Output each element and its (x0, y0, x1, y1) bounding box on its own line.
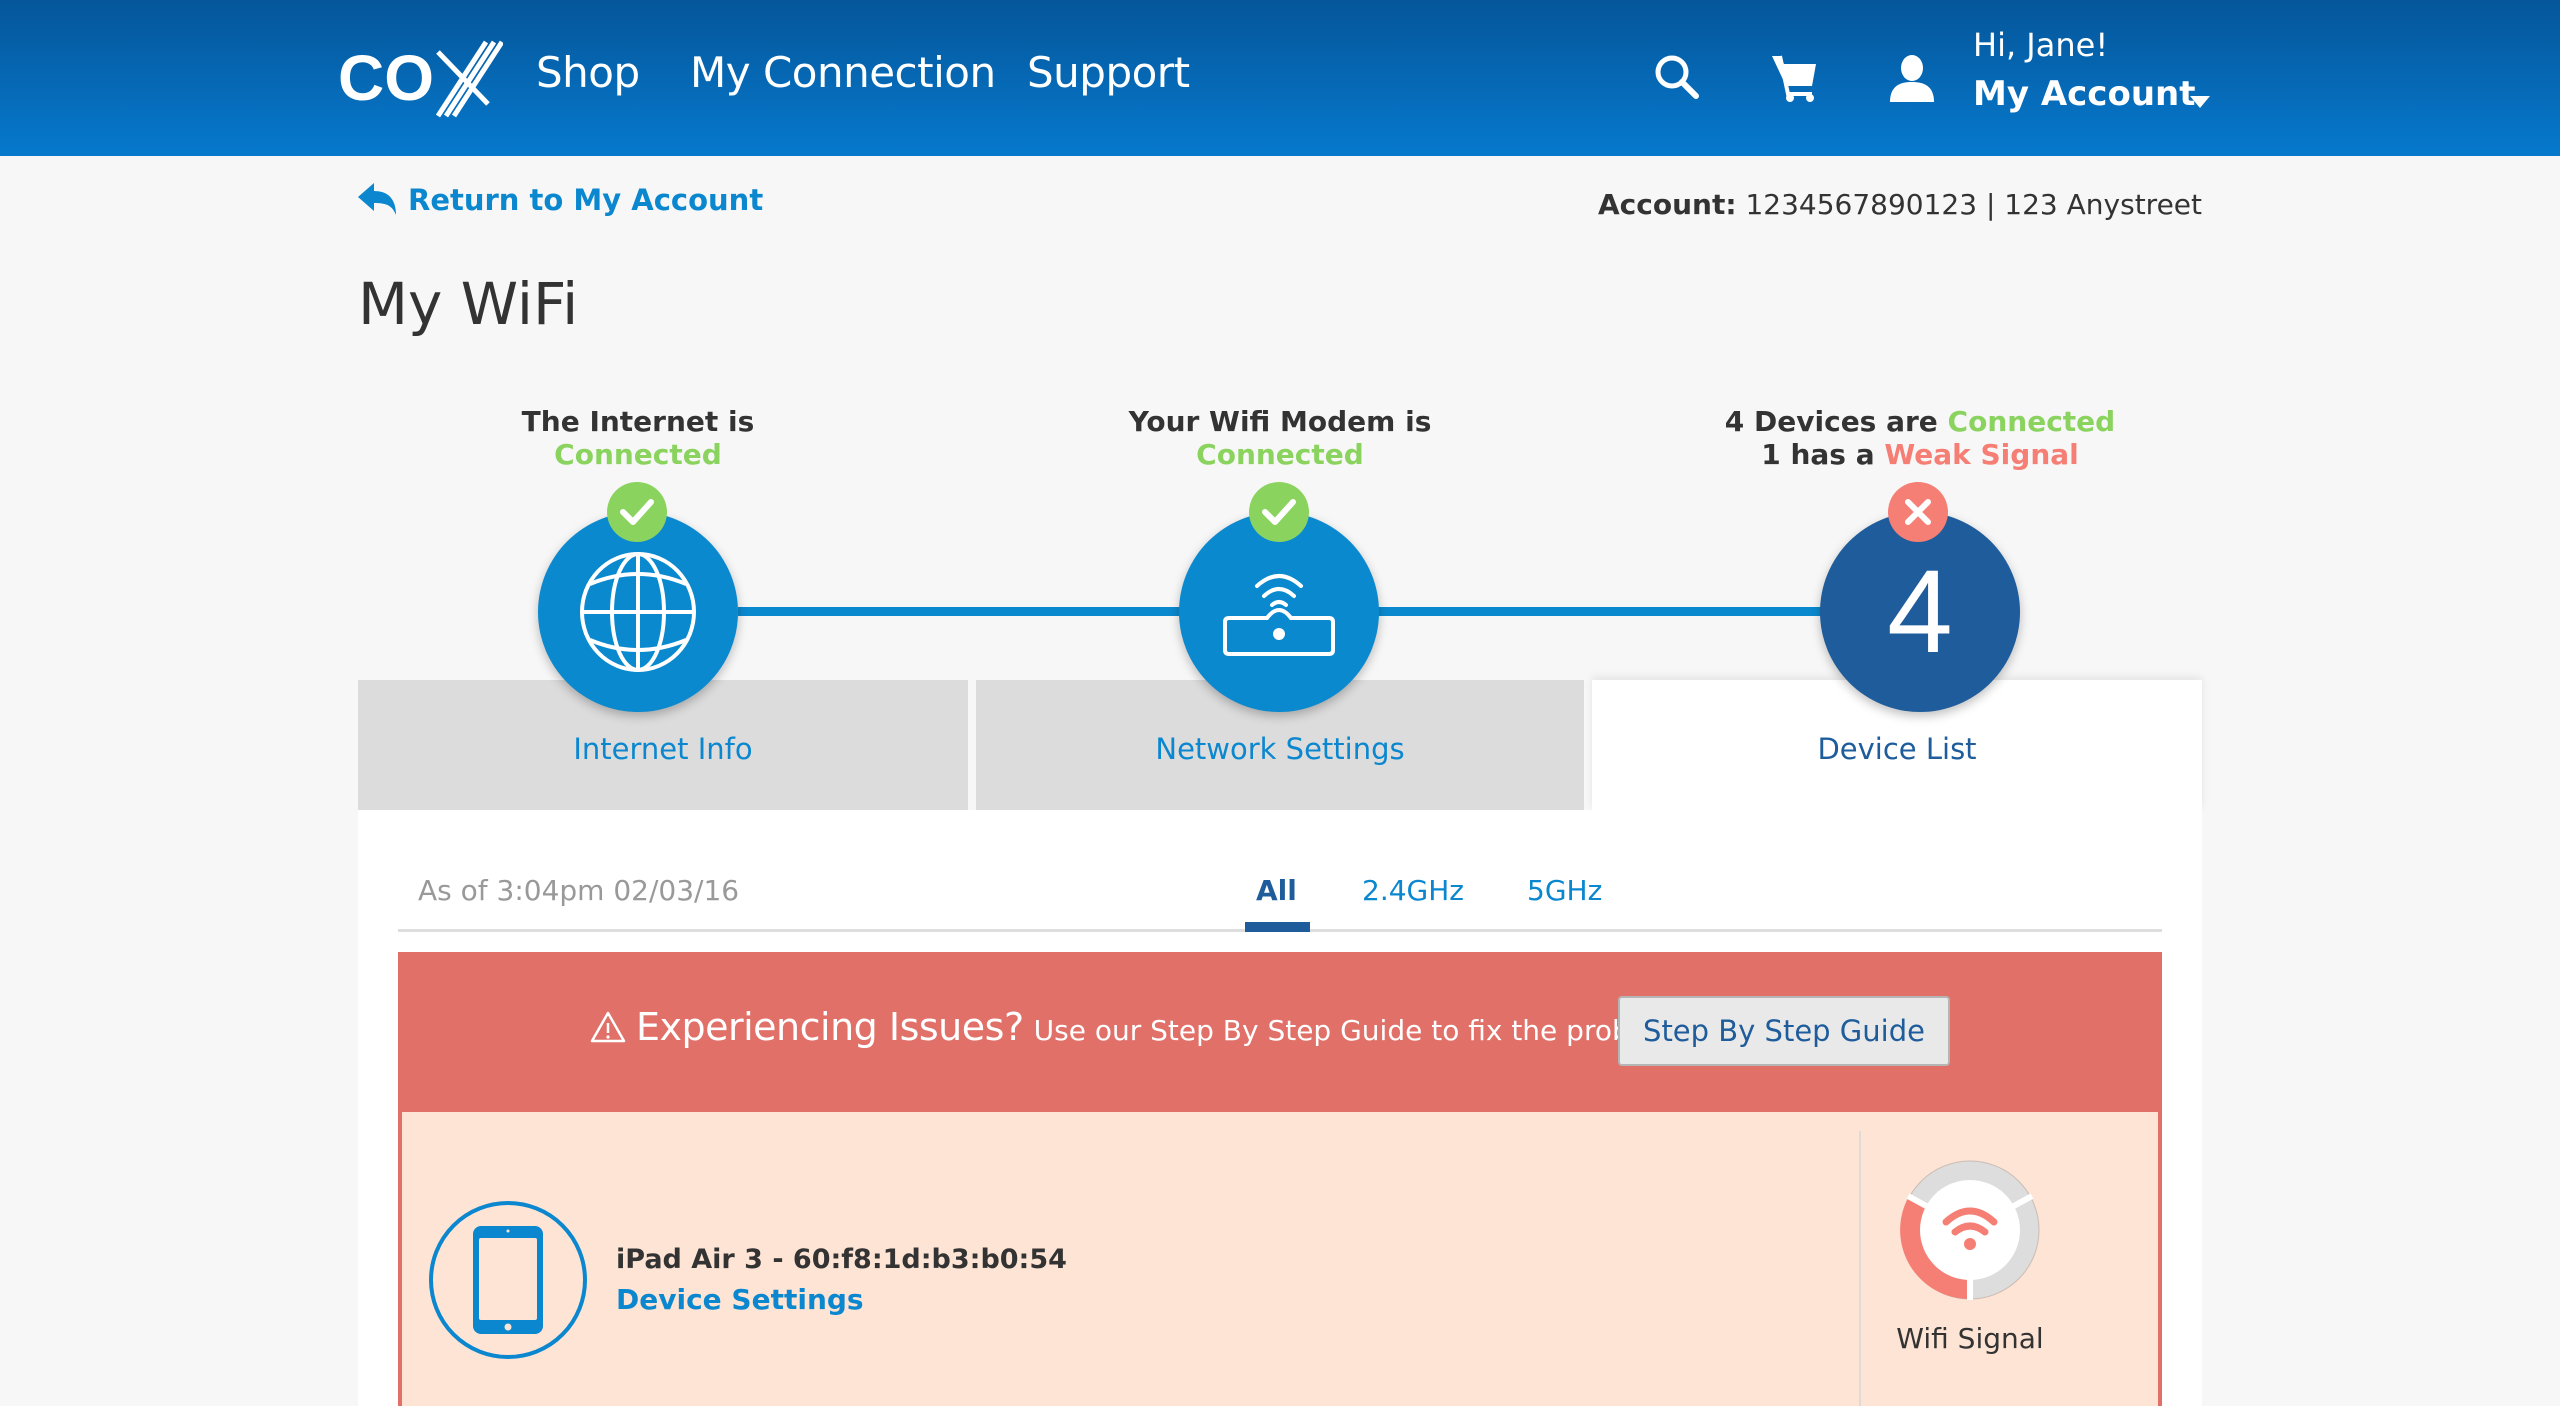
tab-internet-info-label: Internet Info (573, 732, 753, 766)
user-icon[interactable] (1884, 50, 1940, 106)
devices-connected-status: Connected (1947, 405, 2116, 438)
nav-shop[interactable]: Shop (536, 48, 640, 97)
nav-support[interactable]: Support (1027, 48, 1190, 97)
weak-signal-prefix: 1 has a (1761, 438, 1875, 471)
issues-message: Experiencing Issues? Use our Step By Ste… (590, 1005, 1691, 1049)
check-icon (1262, 499, 1296, 525)
search-icon[interactable] (1650, 50, 1706, 106)
cart-icon[interactable] (1768, 50, 1824, 106)
nav-my-connection[interactable]: My Connection (690, 48, 996, 97)
account-label: Account: (1598, 188, 1737, 221)
issues-title: Experiencing Issues? (636, 1005, 1024, 1049)
filter-5ghz[interactable]: 5GHz (1527, 874, 1602, 907)
page-title: My WiFi (358, 270, 579, 338)
modem-status-circle[interactable] (1179, 512, 1379, 712)
warning-icon (590, 1011, 626, 1043)
internet-status-circle[interactable] (538, 512, 738, 712)
device-name: iPad Air 3 - 60:f8:1d:b3:b0:54 (616, 1244, 1067, 1275)
router-icon (1223, 574, 1335, 656)
weak-signal-status: Weak Signal (1884, 438, 2079, 471)
tab-device-list-label: Device List (1817, 732, 1977, 766)
internet-status-line1: The Internet is (521, 405, 755, 438)
modem-status-line1: Your Wifi Modem is (1128, 405, 1432, 438)
devices-count-text: 4 Devices are (1724, 405, 1938, 438)
step-by-step-guide-button[interactable]: Step By Step Guide (1618, 996, 1950, 1066)
svg-text:CO: CO (338, 42, 434, 114)
internet-status-value: Connected (554, 438, 722, 471)
tablet-icon (429, 1201, 587, 1359)
greeting-text: Hi, Jane! (1973, 26, 2109, 64)
devices-count-circle[interactable]: 4 (1820, 512, 2020, 712)
wifi-signal-label: Wifi Signal (1896, 1322, 2044, 1355)
last-updated-timestamp: As of 3:04pm 02/03/16 (418, 874, 740, 907)
my-account-menu[interactable]: My Account (1973, 74, 2195, 114)
devices-error-badge (1888, 482, 1948, 542)
device-settings-link[interactable]: Device Settings (616, 1283, 864, 1316)
connector-line (1378, 607, 1828, 616)
internet-status-label: The Internet is Connected (358, 405, 918, 471)
filter-all[interactable]: All (1256, 874, 1297, 907)
return-link-label: Return to My Account (408, 183, 764, 217)
active-filter-indicator (1245, 922, 1310, 932)
modem-status-label: Your Wifi Modem is Connected (1000, 405, 1560, 471)
row-divider (1859, 1131, 1861, 1406)
check-icon (620, 499, 654, 525)
filter-2-4ghz[interactable]: 2.4GHz (1362, 874, 1464, 907)
devices-status-label: 4 Devices are Connected 1 has a Weak Sig… (1640, 405, 2200, 471)
internet-ok-badge (607, 482, 667, 542)
connector-line (738, 607, 1188, 616)
account-value: 1234567890123 | 123 Anystreet (1745, 188, 2202, 221)
chevron-down-icon[interactable] (2190, 96, 2210, 108)
globe-icon (580, 552, 696, 672)
tab-network-settings-label: Network Settings (1155, 732, 1405, 766)
issues-subtitle: Use our Step By Step Guide to fix the pr… (1033, 1014, 1691, 1047)
wifi-signal-gauge (1900, 1160, 2040, 1300)
return-to-account-link[interactable]: Return to My Account (358, 183, 763, 217)
modem-status-value: Connected (1196, 438, 1364, 471)
account-info: Account: 1234567890123 | 123 Anystreet (1598, 188, 2202, 221)
device-count: 4 (1887, 546, 1953, 678)
cox-logo[interactable]: CO (338, 38, 503, 118)
modem-ok-badge (1249, 482, 1309, 542)
top-navigation-bar: CO Shop My Connection Support Hi, Jane! … (0, 0, 2560, 156)
reply-arrow-icon (358, 183, 396, 215)
close-icon (1905, 499, 1931, 525)
